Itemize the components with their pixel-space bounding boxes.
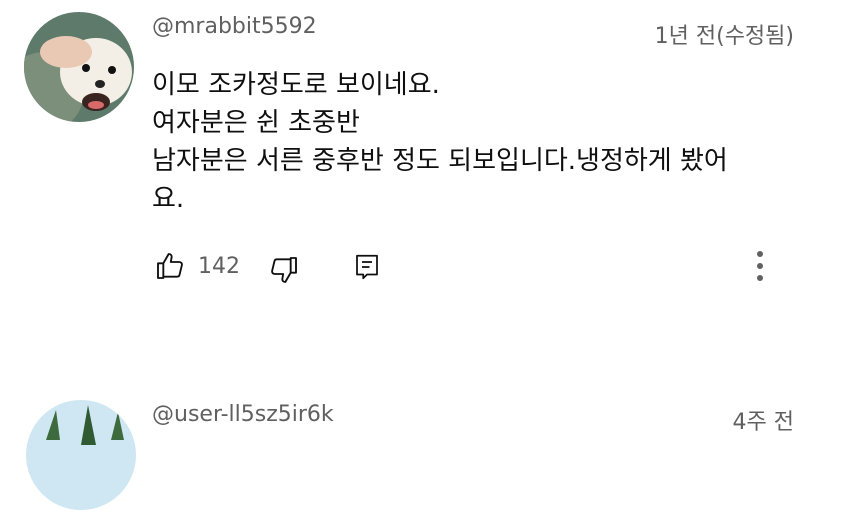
more-actions-button[interactable] (748, 246, 772, 290)
comment-timestamp: 4주 전 (732, 410, 794, 435)
comment-author[interactable]: @user-ll5sz5ir6k (152, 402, 334, 427)
avatar[interactable] (24, 12, 134, 122)
reply-button[interactable] (352, 252, 382, 286)
reply-icon (356, 254, 378, 280)
thumb-up-icon (157, 253, 183, 279)
dislike-button[interactable] (268, 254, 300, 290)
comment-text-line: 남자분은 서른 중후반 정도 되보입니다.냉정하게 봤어 (152, 146, 728, 176)
more-vertical-icon (757, 251, 763, 281)
thumb-down-icon (271, 257, 297, 283)
like-button[interactable] (154, 250, 186, 286)
like-count: 142 (198, 254, 240, 279)
avatar-dog-image (24, 12, 134, 122)
avatar[interactable] (26, 400, 136, 510)
comment-timestamp: 1년 전(수정됨) (654, 24, 794, 49)
avatar-palm-image (26, 400, 136, 510)
comment-text-line: 이모 조카정도로 보이네요. (152, 70, 440, 100)
comment-text-line: 요. (152, 184, 185, 214)
comment-text-line: 여자분은 쉰 초중반 (152, 108, 360, 138)
comment-author[interactable]: @mrabbit5592 (152, 14, 317, 39)
